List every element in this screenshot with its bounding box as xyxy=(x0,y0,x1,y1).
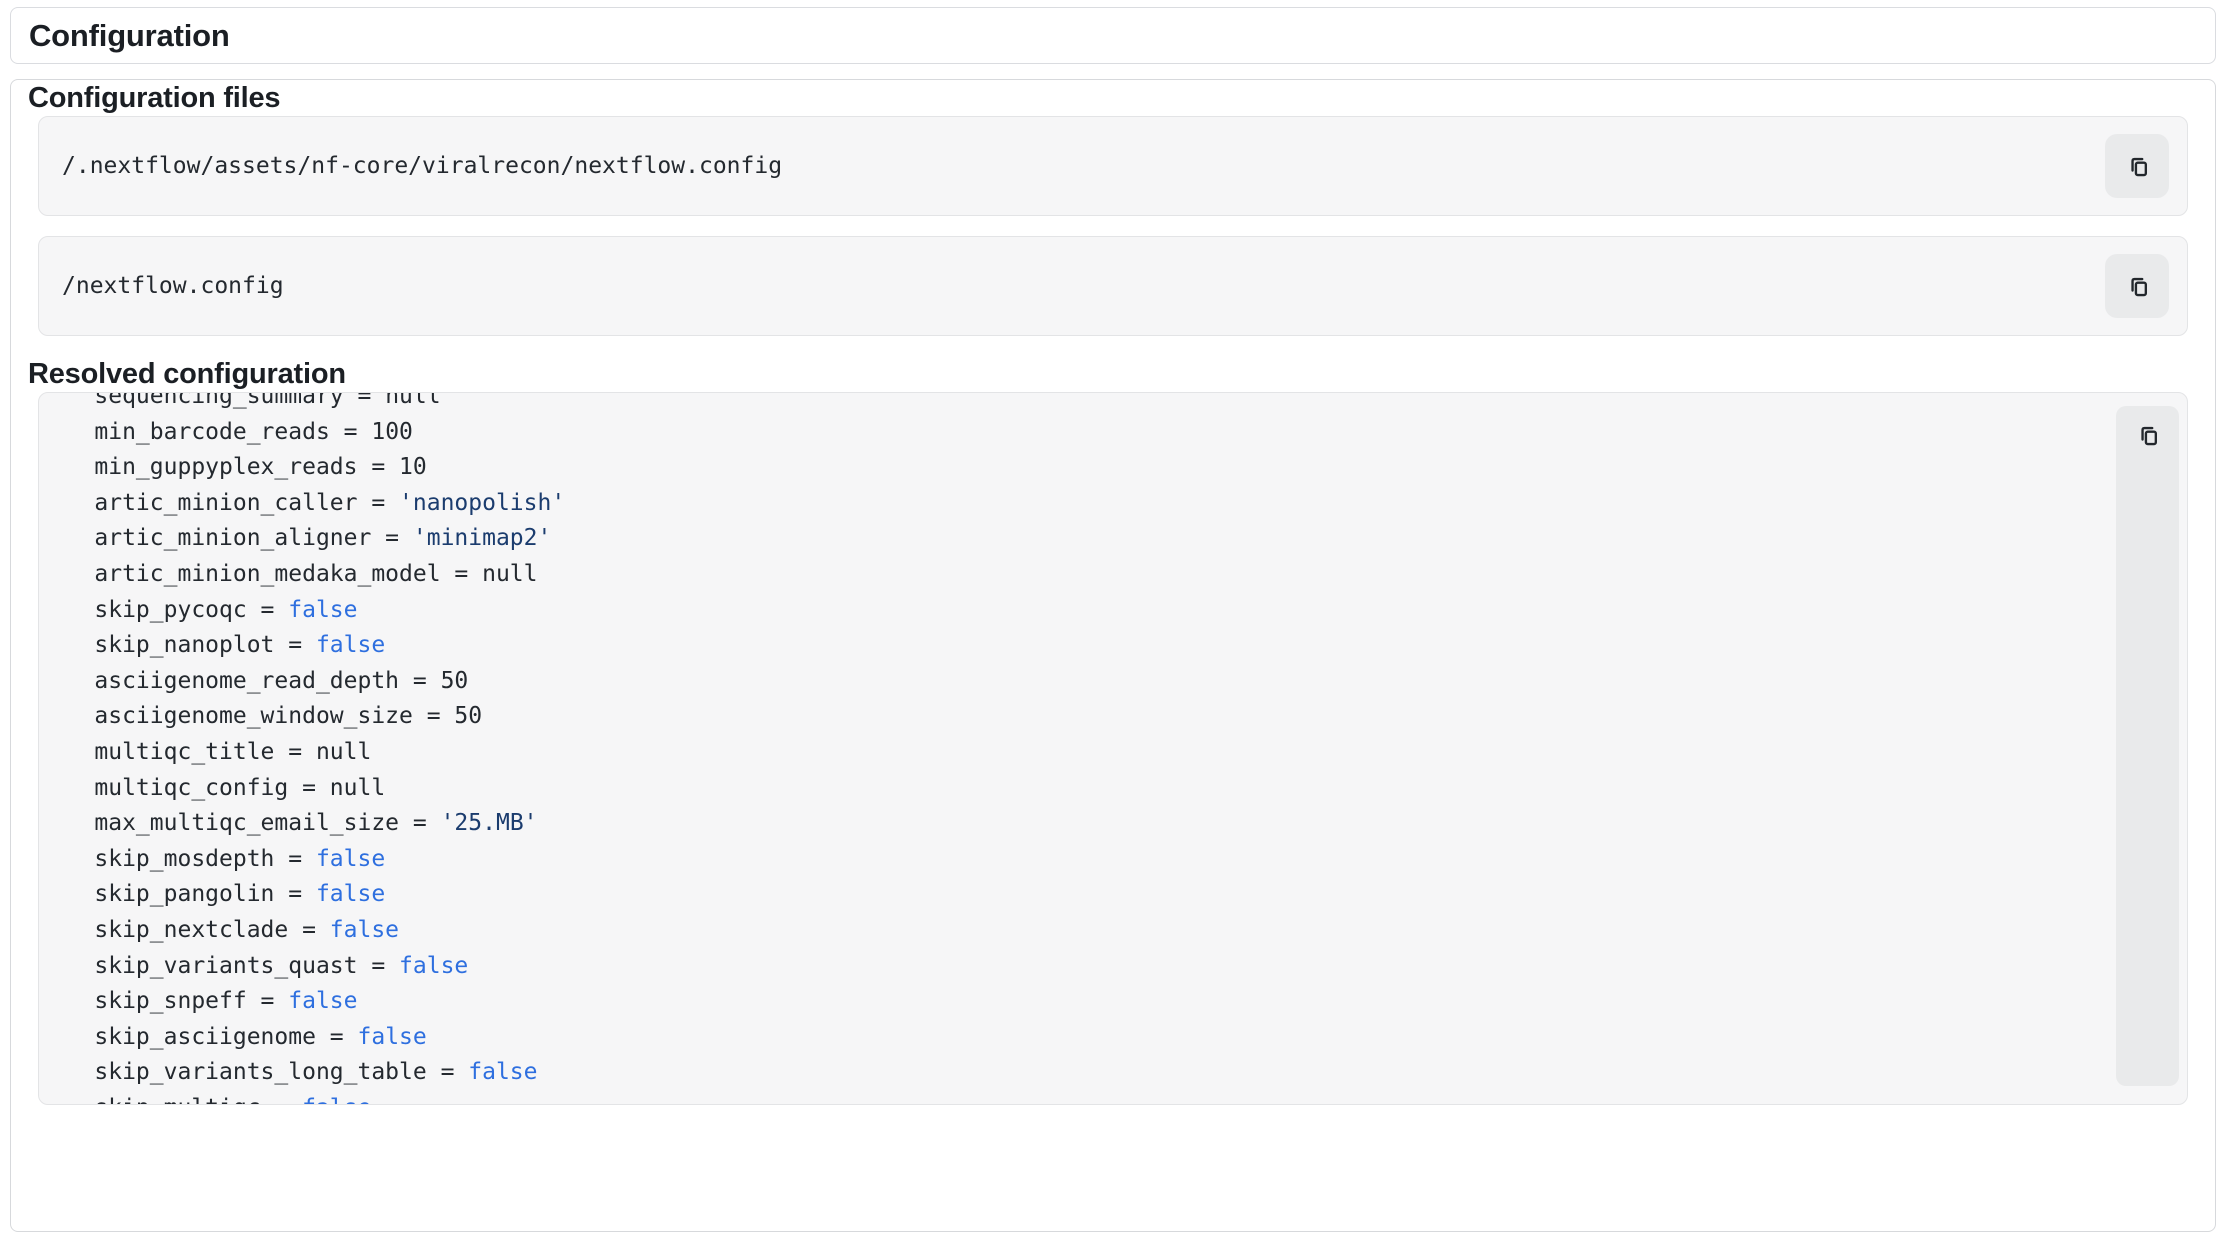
config-value: false xyxy=(468,1059,537,1085)
config-line: multiqc_config = null xyxy=(39,775,385,801)
config-value: null xyxy=(330,775,385,801)
config-value: false xyxy=(316,881,385,907)
config-value: 100 xyxy=(371,419,413,445)
config-line: artic_minion_medaka_model = null xyxy=(39,561,538,587)
config-value: 50 xyxy=(441,668,469,694)
config-line: skip_variants_quast = false xyxy=(39,953,468,979)
config-file-path: /nextflow.config xyxy=(62,273,284,299)
copy-icon xyxy=(2124,153,2151,180)
config-value: false xyxy=(302,1095,371,1104)
config-line: skip_variants_long_table = false xyxy=(39,1059,538,1085)
config-line: skip_pangolin = false xyxy=(39,881,385,907)
resolved-config-block: sequencing_summary = null min_barcode_re… xyxy=(38,392,2188,1105)
resolved-config-scroll-area[interactable]: sequencing_summary = null min_barcode_re… xyxy=(39,393,2107,1104)
config-value: false xyxy=(288,597,357,623)
config-value: null xyxy=(316,739,371,765)
copy-icon xyxy=(2124,273,2151,300)
config-line: min_guppyplex_reads = 10 xyxy=(39,454,427,480)
copy-file-path-button[interactable] xyxy=(2105,134,2169,198)
resolved-config-heading: Resolved configuration xyxy=(28,356,2188,392)
config-line: skip_mosdepth = false xyxy=(39,846,385,872)
configuration-page: Configuration Configuration files /.next… xyxy=(10,7,2216,1232)
config-value: null xyxy=(482,561,537,587)
config-value: 'minimap2' xyxy=(413,525,551,551)
config-value: null xyxy=(385,393,440,409)
page-title: Configuration xyxy=(29,18,230,54)
config-line: asciigenome_read_depth = 50 xyxy=(39,668,468,694)
config-file-box: /nextflow.config xyxy=(38,236,2188,336)
config-value: false xyxy=(358,1024,427,1050)
config-line: artic_minion_caller = 'nanopolish' xyxy=(39,490,565,516)
config-line: artic_minion_aligner = 'minimap2' xyxy=(39,525,551,551)
config-line: multiqc_title = null xyxy=(39,739,371,765)
config-files-heading: Configuration files xyxy=(28,80,2188,116)
config-line: skip_snpeff = false xyxy=(39,988,358,1014)
config-line: skip_multiqc = false xyxy=(39,1095,371,1104)
config-file-path: /.nextflow/assets/nf-core/viralrecon/nex… xyxy=(62,153,782,179)
config-line: skip_pycoqc = false xyxy=(39,597,358,623)
config-value: 50 xyxy=(454,703,482,729)
configuration-body-card: Configuration files /.nextflow/assets/nf… xyxy=(10,79,2216,1232)
config-line: min_barcode_reads = 100 xyxy=(39,419,413,445)
config-value: false xyxy=(288,988,357,1014)
config-file-box: /.nextflow/assets/nf-core/viralrecon/nex… xyxy=(38,116,2188,216)
config-value: 'nanopolish' xyxy=(399,490,565,516)
config-value: false xyxy=(316,846,385,872)
config-line: sequencing_summary = null xyxy=(39,393,441,409)
configuration-header-card: Configuration xyxy=(10,7,2216,64)
config-value: '25.MB' xyxy=(441,810,538,836)
resolved-config-code: sequencing_summary = null min_barcode_re… xyxy=(39,393,2107,1104)
config-value: 10 xyxy=(399,454,427,480)
config-value: false xyxy=(330,917,399,943)
config-line: max_multiqc_email_size = '25.MB' xyxy=(39,810,538,836)
copy-resolved-config-button[interactable] xyxy=(2116,406,2179,1086)
config-line: skip_nextclade = false xyxy=(39,917,399,943)
config-value: false xyxy=(316,632,385,658)
config-line: skip_nanoplot = false xyxy=(39,632,385,658)
config-line: asciigenome_window_size = 50 xyxy=(39,703,482,729)
config-line: skip_asciigenome = false xyxy=(39,1024,427,1050)
config-value: false xyxy=(399,953,468,979)
copy-file-path-button[interactable] xyxy=(2105,254,2169,318)
copy-icon xyxy=(2134,422,2161,449)
